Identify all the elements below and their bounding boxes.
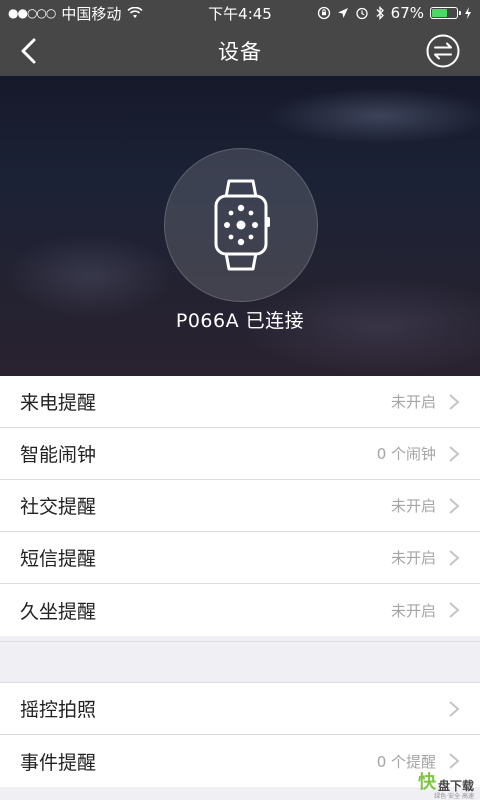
wifi-icon [127,7,143,18]
settings-row-smart-alarm[interactable]: 智能闹钟 0 个闹钟 [0,428,480,480]
row-label: 摇控拍照 [20,699,97,721]
settings-row-sms-reminder[interactable]: 短信提醒 未开启 [0,532,480,584]
smartwatch-icon [214,179,270,271]
signal-strength: ●●○○○ [8,6,56,20]
settings-row-remote-camera[interactable]: 摇控拍照 [0,683,480,735]
device-hero: P066A 已连接 [0,76,480,376]
battery-icon [430,7,461,19]
swap-arrows-icon [426,34,460,68]
battery-percent: 67% [390,4,424,22]
section-divider [0,641,480,683]
chevron-right-icon [449,393,460,410]
charging-icon [465,7,471,19]
row-value: 未开启 [390,601,436,620]
site-watermark: 快 盘下载 绿色·安全·高速 [418,768,474,800]
page-title: 设备 [218,40,262,64]
orientation-lock-icon [317,6,330,20]
row-value: 0 个闹钟 [376,445,436,463]
row-label: 来电提醒 [20,392,97,414]
status-bar: ●●○○○ 中国移动 下午4:45 67% [0,0,480,26]
row-value: 未开启 [390,497,436,515]
chevron-right-icon [449,700,460,717]
location-icon [337,8,348,18]
chevron-right-icon [449,445,460,462]
chevron-right-icon [449,497,460,514]
nav-bar: 设备 [0,26,480,76]
back-button[interactable] [12,34,46,68]
carrier-name: 中国移动 [61,4,122,23]
row-label: 久坐提醒 [20,600,97,623]
settings-row-event-reminder[interactable]: 事件提醒 0 个提醒 [0,735,480,787]
row-label: 事件提醒 [20,751,97,774]
chevron-right-icon [449,602,460,618]
settings-row-sedentary-reminder[interactable]: 久坐提醒 未开启 [0,584,480,636]
device-icon-circle[interactable] [164,148,318,302]
row-value: 未开启 [390,549,436,567]
row-label: 短信提醒 [20,548,97,570]
row-label: 智能闹钟 [20,444,97,466]
device-connection-status: P066A 已连接 [175,310,305,332]
settings-row-call-reminder[interactable]: 来电提醒 未开启 [0,376,480,428]
battery-level [432,9,448,17]
settings-group-notifications: 来电提醒 未开启 智能闹钟 0 个闹钟 社交提醒 未开启 短信提醒 未开启 久坐… [0,376,480,636]
settings-group-tools: 摇控拍照 事件提醒 0 个提醒 [0,683,480,787]
watermark-subtext: 绿色·安全·高速 [434,793,474,800]
bluetooth-icon [376,6,384,20]
row-label: 社交提醒 [20,496,97,518]
row-value: 未开启 [390,393,436,411]
alarm-icon [356,7,368,20]
chevron-right-icon [449,549,460,566]
switch-device-button[interactable] [426,34,460,68]
chevron-left-icon [21,38,36,64]
settings-row-social-reminder[interactable]: 社交提醒 未开启 [0,480,480,532]
